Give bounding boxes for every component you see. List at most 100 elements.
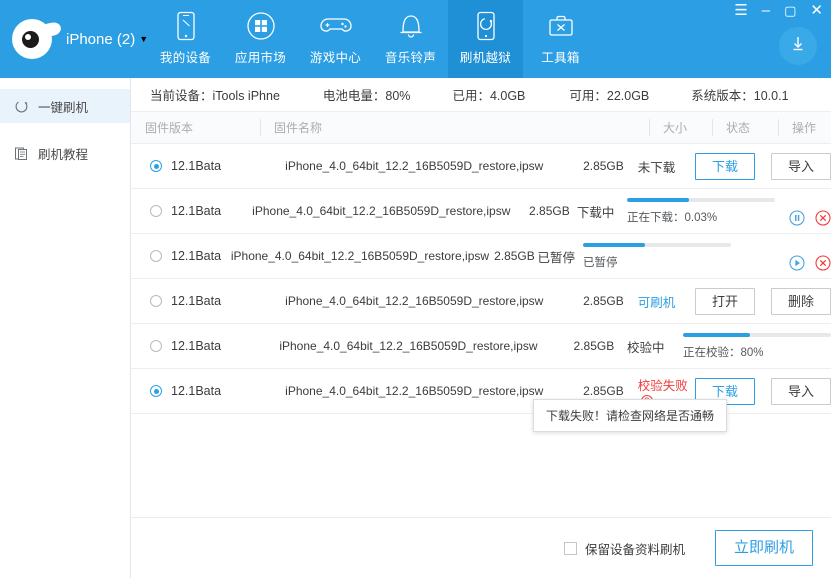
open-button[interactable]: 打开 [695, 287, 756, 315]
row-status-label: 校验失败 [637, 378, 688, 393]
table-row[interactable]: 12.1Bata iPhone_4.0_64bit_12.2_16B5059D_… [131, 279, 831, 324]
cancel-icon[interactable] [815, 255, 831, 271]
row-size: 2.85GB [573, 339, 615, 353]
tab-label: 我的设备 [159, 51, 212, 65]
row-actions: 已暂停 [583, 241, 831, 271]
row-version-label: 12.1Bata [171, 384, 222, 398]
table-row[interactable]: 12.1Bata iPhone_4.0_64bit_12.2_16B5059D_… [131, 234, 831, 279]
gamepad-icon [319, 12, 352, 40]
row-radio-button[interactable] [150, 340, 162, 352]
column-header-size: 大小 [649, 112, 712, 143]
row-firmware-name: iPhone_4.0_64bit_12.2_16B5059D_restore,i… [285, 294, 544, 308]
tab-flash-jailbreak[interactable]: 刷机越狱 [448, 0, 523, 78]
maximize-icon[interactable]: ▢ [784, 4, 796, 17]
row-version-cell: 12.1Bata [131, 384, 245, 398]
row-radio-button[interactable] [150, 295, 162, 307]
row-version-cell: 12.1Bata [131, 204, 234, 218]
row-radio-button[interactable] [150, 250, 162, 262]
row-size: 2.85GB [583, 294, 624, 308]
row-version-label: 12.1Bata [171, 339, 222, 353]
main-content: 当前设备：iTools iPhne 电池电量：80% 已用：4.0GB 可用：2… [131, 78, 831, 578]
row-size: 2.85GB [529, 204, 570, 218]
column-header-version: 固件版本 [145, 121, 194, 135]
row-version-label: 12.1Bata [171, 294, 222, 308]
download-progress: 正在下载：0.03% [627, 197, 775, 225]
download-progress: 已暂停 [583, 242, 731, 270]
keep-data-checkbox[interactable]: 保留设备资料刷机 [563, 539, 685, 558]
grid-apps-icon [246, 12, 276, 40]
download-controls [789, 210, 831, 226]
tab-my-device[interactable]: 我的设备 [148, 0, 223, 78]
device-battery-info: 电池电量：80% [322, 89, 411, 103]
sidebar-item-flash-tutorial[interactable]: 刷机教程 [0, 136, 130, 170]
error-tooltip: 下载失败！请检查网络是否通畅 [533, 399, 728, 432]
progress-fill [683, 332, 750, 337]
progress-label: 正在下载：0.03% [627, 211, 718, 224]
sidebar-item-one-click-flash[interactable]: 一键刷机 [0, 89, 130, 123]
menu-icon[interactable]: ☰ [734, 3, 747, 18]
row-size: 2.85GB [583, 384, 624, 398]
play-icon[interactable] [789, 255, 805, 271]
row-version-label: 12.1Bata [171, 249, 222, 263]
row-radio-button[interactable] [150, 205, 162, 217]
tab-label: 工具箱 [541, 51, 580, 65]
table-row[interactable]: 12.1Bata iPhone_4.0_64bit_12.2_16B5059D_… [131, 144, 831, 189]
firmware-table-body: 12.1Bata iPhone_4.0_64bit_12.2_16B5059D_… [131, 144, 831, 432]
cancel-icon[interactable] [815, 210, 831, 226]
row-firmware-name: iPhone_4.0_64bit_12.2_16B5059D_restore,i… [230, 249, 490, 263]
tab-toolbox[interactable]: 工具箱 [523, 0, 598, 78]
column-header-name: 固件名称 [260, 112, 649, 143]
tab-game-center[interactable]: 游戏中心 [298, 0, 373, 78]
document-icon [14, 146, 29, 161]
progress-track [583, 242, 731, 247]
pause-icon[interactable] [789, 210, 805, 226]
device-available-storage-info: 可用：22.0GB [569, 89, 650, 103]
progress-track [683, 332, 831, 337]
import-button[interactable]: 导入 [771, 377, 831, 405]
bell-icon [398, 12, 424, 40]
keep-data-label: 保留设备资料刷机 [584, 542, 685, 557]
window-controls: ☰ – ▢ ✕ [734, 3, 823, 18]
progress-fill [583, 242, 646, 247]
checkbox-box[interactable] [563, 541, 577, 555]
row-actions: 正在校验：80% [683, 332, 831, 360]
table-row[interactable]: 12.1Bata iPhone_4.0_64bit_12.2_16B5059D_… [131, 324, 831, 369]
table-row[interactable]: 12.1Bata iPhone_4.0_64bit_12.2_16B5059D_… [131, 189, 831, 234]
tab-music-ringtone[interactable]: 音乐铃声 [373, 0, 448, 78]
tab-label: 刷机越狱 [459, 51, 512, 65]
device-system-version-info: 系统版本：10.0.1 [691, 89, 789, 103]
row-firmware-name: iPhone_4.0_64bit_12.2_16B5059D_restore,i… [285, 384, 544, 398]
brand-device-name: iPhone (2) [66, 30, 136, 48]
progress-label: 正在校验：80% [683, 346, 764, 359]
sidebar: 一键刷机 刷机教程 [0, 78, 131, 578]
row-radio-button[interactable] [150, 385, 162, 397]
progress-label: 已暂停 [583, 256, 618, 269]
row-status: 校验中 [626, 340, 665, 355]
brand-device-selector[interactable]: iPhone (2) ▼ [0, 0, 148, 78]
import-button[interactable]: 导入 [771, 152, 831, 180]
sidebar-item-label: 刷机教程 [38, 147, 89, 162]
sidebar-item-label: 一键刷机 [38, 100, 89, 115]
close-icon[interactable]: ✕ [810, 3, 823, 18]
row-status: 已暂停 [537, 250, 576, 265]
chevron-down-icon[interactable]: ▼ [139, 34, 148, 44]
phone-refresh-icon [475, 11, 497, 41]
row-size: 2.85GB [583, 159, 624, 173]
row-version-label: 12.1Bata [171, 159, 222, 173]
flash-now-button[interactable]: 立即刷机 [715, 530, 813, 566]
row-version-cell: 12.1Bata [131, 339, 243, 353]
row-firmware-name: iPhone_4.0_64bit_12.2_16B5059D_restore,i… [285, 159, 544, 173]
delete-button[interactable]: 删除 [771, 287, 831, 315]
download-manager-button[interactable] [779, 27, 817, 65]
device-info-bar: 当前设备：iTools iPhne 电池电量：80% 已用：4.0GB 可用：2… [131, 78, 831, 112]
row-radio-button[interactable] [150, 160, 162, 172]
verify-progress: 正在校验：80% [683, 332, 831, 360]
table-header: 固件版本 固件名称 大小 状态 操作 [131, 112, 831, 144]
tab-app-market[interactable]: 应用市场 [223, 0, 298, 78]
minimize-icon[interactable]: – [762, 3, 770, 18]
refresh-circle-icon [14, 99, 29, 114]
row-size: 2.85GB [494, 249, 535, 263]
row-firmware-name: iPhone_4.0_64bit_12.2_16B5059D_restore,i… [279, 339, 538, 353]
download-button[interactable]: 下载 [695, 152, 756, 180]
progress-track [627, 197, 775, 202]
